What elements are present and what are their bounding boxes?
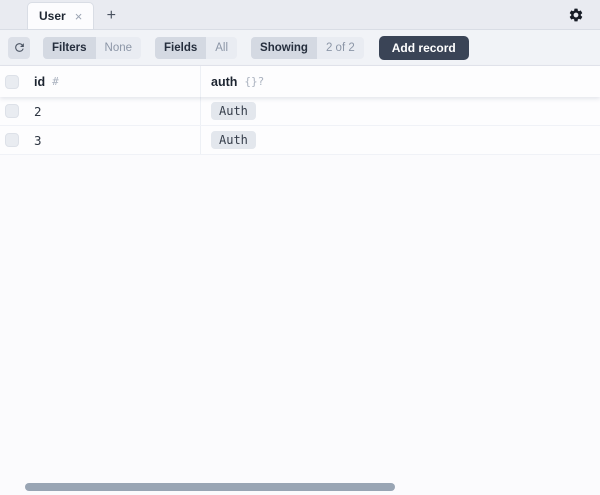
column-name: id — [34, 75, 45, 89]
relation-badge[interactable]: Auth — [211, 131, 256, 149]
row-checkbox[interactable] — [5, 104, 19, 118]
row-checkbox[interactable] — [5, 133, 19, 147]
showing-value: 2 of 2 — [317, 37, 364, 59]
select-all-checkbox[interactable] — [5, 75, 19, 89]
close-icon[interactable]: × — [75, 10, 83, 23]
id-value: 2 — [34, 104, 42, 119]
filters-value: None — [96, 37, 142, 59]
filters-label: Filters — [43, 37, 96, 59]
column-header-auth[interactable]: auth {}? — [200, 66, 600, 97]
table-header-row: id # auth {}? — [0, 66, 600, 97]
toolbar: Filters None Fields All Showing 2 of 2 A… — [0, 30, 600, 66]
new-tab-button[interactable]: + — [94, 2, 128, 29]
column-name: auth — [211, 75, 237, 89]
add-record-button[interactable]: Add record — [379, 36, 469, 60]
cell-id[interactable]: 2 — [28, 97, 200, 125]
column-type-icon: # — [52, 75, 59, 88]
cell-id[interactable]: 3 — [28, 126, 200, 154]
tab-user-label: User — [39, 9, 66, 23]
column-header-id[interactable]: id # — [28, 66, 200, 97]
gear-icon — [568, 7, 584, 23]
horizontal-scrollbar-thumb[interactable] — [25, 483, 395, 491]
filters-button[interactable]: Filters None — [43, 37, 141, 59]
id-value: 3 — [34, 133, 42, 148]
fields-button[interactable]: Fields All — [155, 37, 237, 59]
refresh-icon — [13, 41, 26, 54]
plus-icon: + — [107, 7, 116, 25]
cell-auth[interactable]: Auth — [200, 97, 600, 125]
cell-auth[interactable]: Auth — [200, 126, 600, 154]
tab-bar: User × + — [0, 0, 600, 30]
showing-button[interactable]: Showing 2 of 2 — [251, 37, 364, 59]
row-checkbox-cell — [0, 97, 28, 125]
fields-label: Fields — [155, 37, 206, 59]
row-checkbox-cell — [0, 126, 28, 154]
fields-value: All — [206, 37, 237, 59]
refresh-button[interactable] — [8, 37, 30, 59]
showing-label: Showing — [251, 37, 317, 59]
table-row: 2 Auth — [0, 97, 600, 126]
header-checkbox-cell — [0, 66, 28, 97]
table-row: 3 Auth — [0, 126, 600, 155]
column-type-icon: {}? — [244, 75, 264, 88]
tab-user[interactable]: User × — [27, 2, 94, 29]
relation-badge[interactable]: Auth — [211, 102, 256, 120]
settings-button[interactable] — [567, 6, 585, 24]
